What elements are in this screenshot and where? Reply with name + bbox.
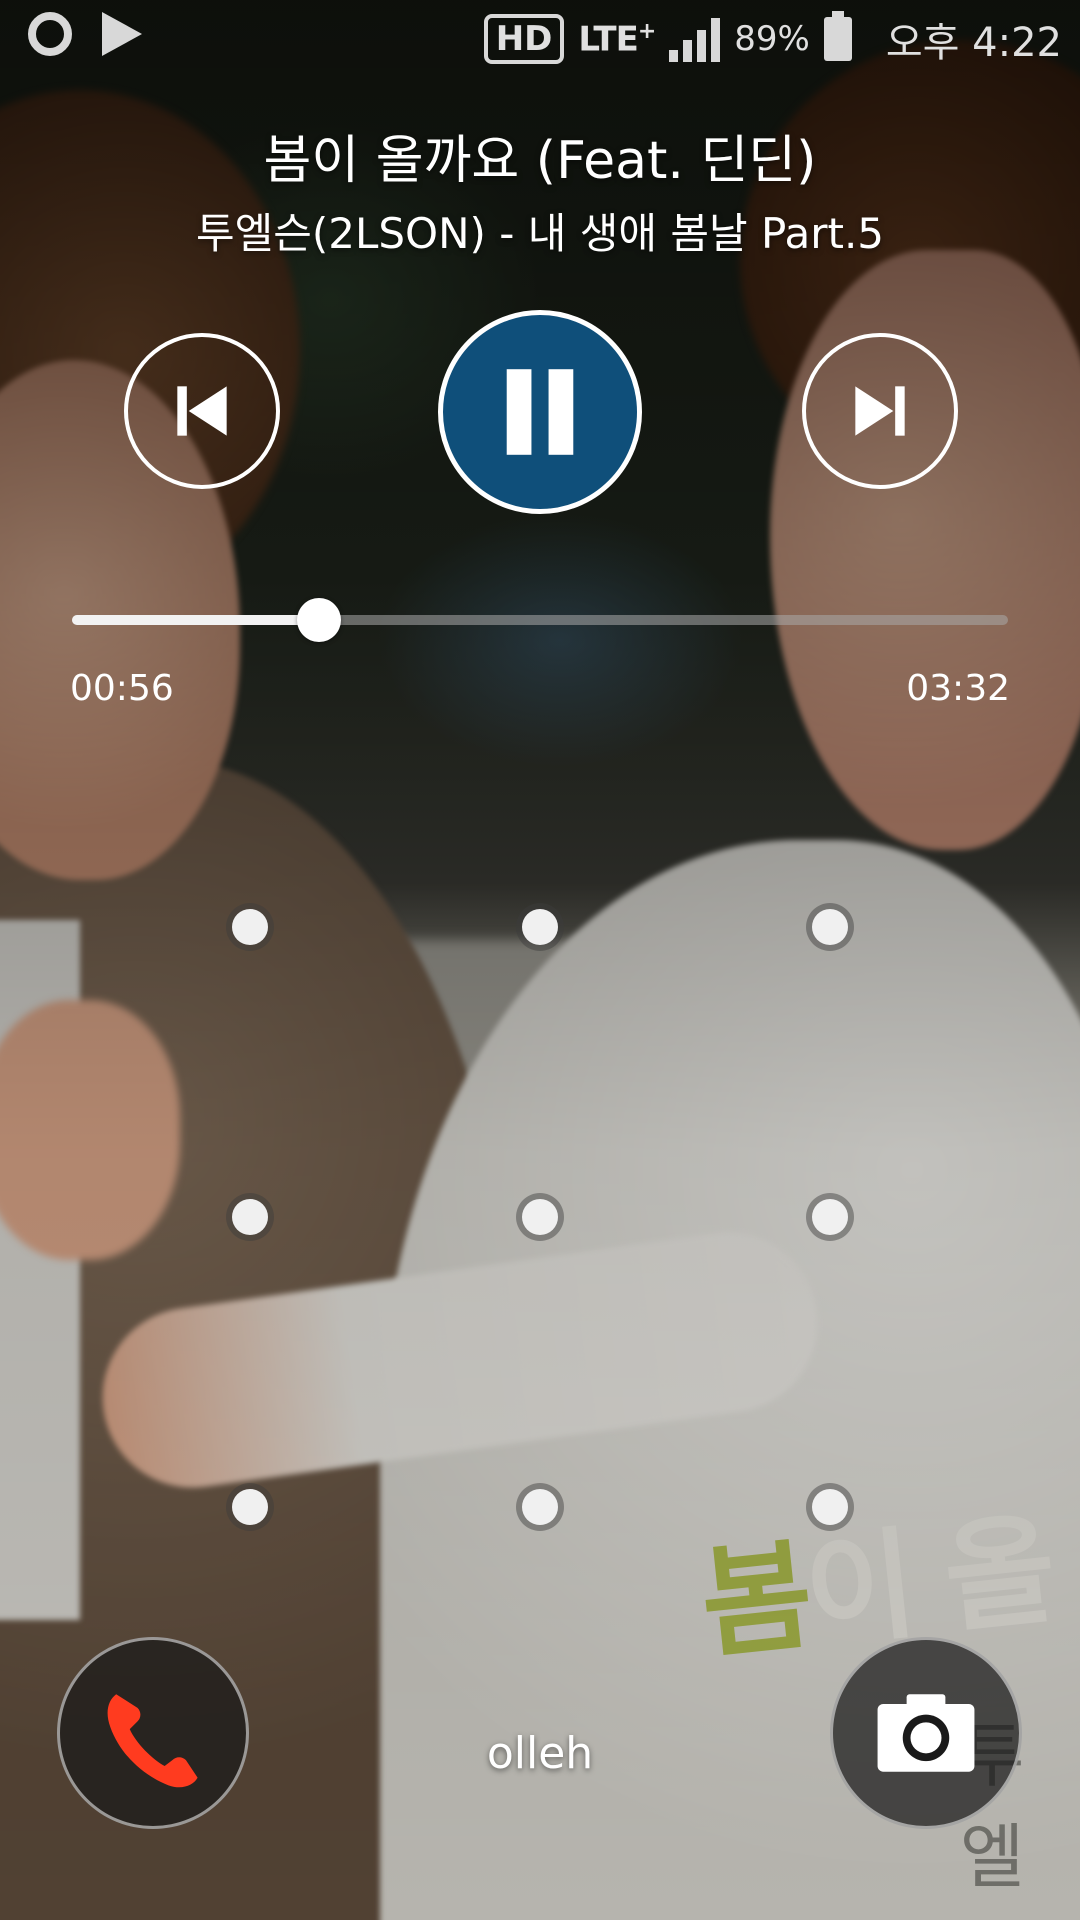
song-title: 봄이 올까요 (Feat. 딘딘) [263, 131, 817, 191]
elapsed-time: 00:56 [70, 668, 174, 709]
pause-button[interactable] [438, 310, 642, 514]
signal-icon [669, 16, 721, 62]
pattern-dot[interactable] [812, 909, 848, 945]
previous-track-button[interactable] [124, 333, 280, 489]
carrier-logo-icon [28, 12, 72, 56]
pattern-dot[interactable] [232, 1199, 268, 1235]
pattern-dot[interactable] [812, 1199, 848, 1235]
camera-shortcut-button[interactable] [830, 1637, 1022, 1829]
pattern-dot[interactable] [812, 1489, 848, 1525]
seek-bar[interactable] [72, 598, 1008, 642]
pattern-dot[interactable] [522, 1489, 558, 1525]
lte-icon: LTE+ [578, 18, 656, 60]
seek-thumb[interactable] [297, 598, 342, 642]
total-time: 03:32 [906, 668, 1010, 709]
status-bar: HD LTE+ 89% 오후 4:22 [0, 0, 1080, 78]
next-track-button[interactable] [802, 333, 958, 489]
album-art-background: 봄이 올 투엘 [0, 0, 1080, 1920]
hd-voice-icon: HD [483, 14, 565, 64]
pause-icon [506, 369, 574, 455]
pattern-dot[interactable] [232, 909, 268, 945]
skip-previous-icon [177, 386, 227, 436]
song-artist-album: 투엘슨(2LSON) - 내 생애 봄날 Part.5 [195, 209, 885, 258]
skip-next-icon [855, 386, 905, 436]
battery-percent: 89% [734, 19, 810, 59]
pattern-dot[interactable] [522, 909, 558, 945]
clock: 오후 4:22 [885, 20, 1062, 66]
camera-icon [877, 1694, 975, 1772]
pattern-dot[interactable] [522, 1199, 558, 1235]
seek-progress [72, 615, 320, 625]
battery-icon [823, 11, 852, 61]
media-playing-icon [102, 12, 142, 56]
pattern-dot[interactable] [232, 1489, 268, 1525]
